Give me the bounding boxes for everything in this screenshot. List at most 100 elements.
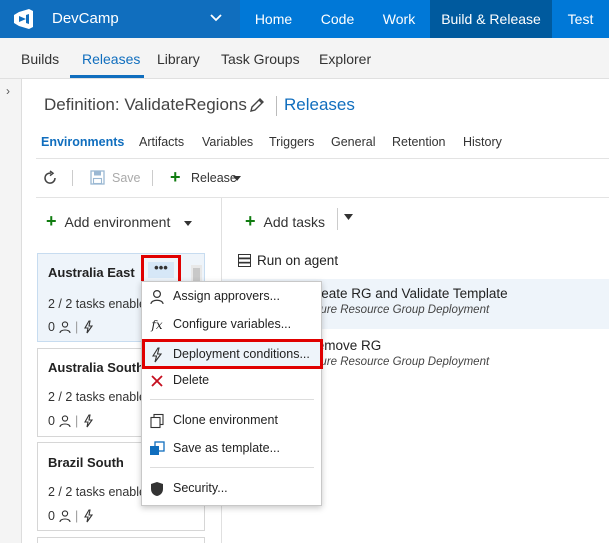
deployment-trigger-icon [84,414,94,428]
menu-item-clone-environment[interactable]: Clone environment [142,409,321,433]
active-subnav-underline [70,75,144,78]
collapsed-rail[interactable] [0,79,22,543]
tab-environments[interactable]: Environments [41,135,124,149]
subnav-builds[interactable]: Builds [21,51,59,67]
title-divider [276,96,277,116]
pencil-icon[interactable] [248,96,266,114]
lightning-icon [152,347,163,363]
menu-item-security[interactable]: Security... [142,477,321,501]
nav-code[interactable]: Code [307,0,368,38]
deployment-trigger-icon [84,320,94,334]
fx-icon: fx [151,318,163,332]
caret-down-icon[interactable] [344,214,353,220]
environment-tasks-status: 2 / 2 tasks enabled [48,485,153,499]
delete-x-icon [151,375,163,387]
environment-tasks-status: 2 / 2 tasks enabled [48,297,153,311]
person-icon [59,415,71,427]
menu-item-label: Clone environment [173,413,278,427]
meta-separator: | [74,320,79,334]
tasks-divider [337,208,338,230]
release-button[interactable]: Release [191,171,237,185]
subnav-library[interactable]: Library [157,51,200,67]
meta-separator: | [74,509,79,523]
environment-tasks-status: 2 / 2 tasks enabled [48,390,153,404]
tab-history[interactable]: History [463,135,502,149]
toolbar: Save + Release [36,158,609,198]
plus-icon: + [170,167,181,187]
menu-item-label: Assign approvers... [173,289,280,303]
task-name: Create RG and Validate Template [307,286,508,301]
shield-icon [151,482,163,496]
nav-home[interactable]: Home [240,0,307,38]
toolbar-divider [72,170,73,186]
top-bar: DevCamp Home Code Work Build & Release T… [0,0,609,38]
run-on-agent-phase[interactable]: Run on agent [238,253,338,268]
subnav-task-groups[interactable]: Task Groups [221,51,300,67]
tab-retention[interactable]: Retention [392,135,446,149]
clone-icon [150,413,164,429]
menu-item-assign-approvers[interactable]: Assign approvers... [142,285,321,309]
project-switcher[interactable]: DevCamp [0,0,240,38]
environment-name: Brazil South [48,455,124,470]
nav-build-release[interactable]: Build & Release [430,0,552,38]
add-tasks-label: Add tasks [263,214,325,230]
menu-item-delete[interactable]: Delete [142,369,321,393]
environment-meta: 0 | [48,320,96,334]
nav-work[interactable]: Work [368,0,430,38]
nav-test[interactable]: Test [552,0,609,38]
save-icon [90,170,105,185]
caret-down-icon [184,220,193,226]
save-button[interactable]: Save [112,171,141,185]
chevron-down-icon[interactable] [209,11,223,25]
add-environment-label: Add environment [64,214,171,230]
task-type: Azure Resource Group Deployment [307,356,490,368]
menu-item-label: Delete [173,373,210,387]
environment-meta: 0 | [48,414,96,428]
toolbar-divider [152,170,153,186]
run-on-agent-label: Run on agent [257,253,339,268]
menu-item-label: Deployment conditions... [173,347,310,361]
definition-title: Definition: ValidateRegions [44,95,247,114]
menu-item-label: Save as template... [173,441,281,455]
plus-icon: + [245,211,256,231]
tab-general[interactable]: General [331,135,375,149]
subnav-releases[interactable]: Releases [82,51,140,67]
chevron-right-icon[interactable]: › [6,84,10,98]
person-icon [150,289,164,305]
menu-item-label: Security... [173,481,228,495]
environment-meta: 0 | [48,509,96,523]
subnav-explorer[interactable]: Explorer [319,51,371,67]
approver-count: 0 [48,414,55,428]
meta-separator: | [74,414,79,428]
menu-item-save-as-template[interactable]: Save as template... [142,437,321,461]
person-icon [59,510,71,522]
tab-artifacts[interactable]: Artifacts [139,135,184,149]
vsts-logo-icon [14,9,33,29]
menu-item-deployment-conditions[interactable]: Deployment conditions... [142,339,323,369]
project-name: DevCamp [52,10,119,27]
add-tasks-button[interactable]: + Add tasks [245,211,325,232]
menu-item-configure-variables[interactable]: fx Configure variables... [142,313,321,337]
environment-context-menu: Assign approvers... fx Configure variabl… [141,281,323,506]
plus-icon: + [46,211,57,231]
approver-count: 0 [48,320,55,334]
person-icon [59,321,71,333]
ellipsis-icon: ••• [148,261,174,278]
server-icon [238,254,251,267]
hub-nav: Builds Releases Library Task Groups Expl… [0,38,609,79]
environment-card-partial[interactable] [37,537,205,543]
menu-separator [150,399,314,400]
add-environment-button[interactable]: + Add environment [46,211,193,232]
environment-name: Australia East [48,265,135,280]
caret-down-icon[interactable] [233,176,241,181]
refresh-icon[interactable] [42,170,58,186]
menu-item-label: Configure variables... [173,317,292,331]
tab-variables[interactable]: Variables [202,135,253,149]
tab-triggers[interactable]: Triggers [269,135,314,149]
menu-separator [150,467,314,468]
save-template-icon [150,441,165,455]
releases-breadcrumb-link[interactable]: Releases [284,95,355,115]
approver-count: 0 [48,509,55,523]
deployment-trigger-icon [84,509,94,523]
task-type: Azure Resource Group Deployment [307,304,490,316]
